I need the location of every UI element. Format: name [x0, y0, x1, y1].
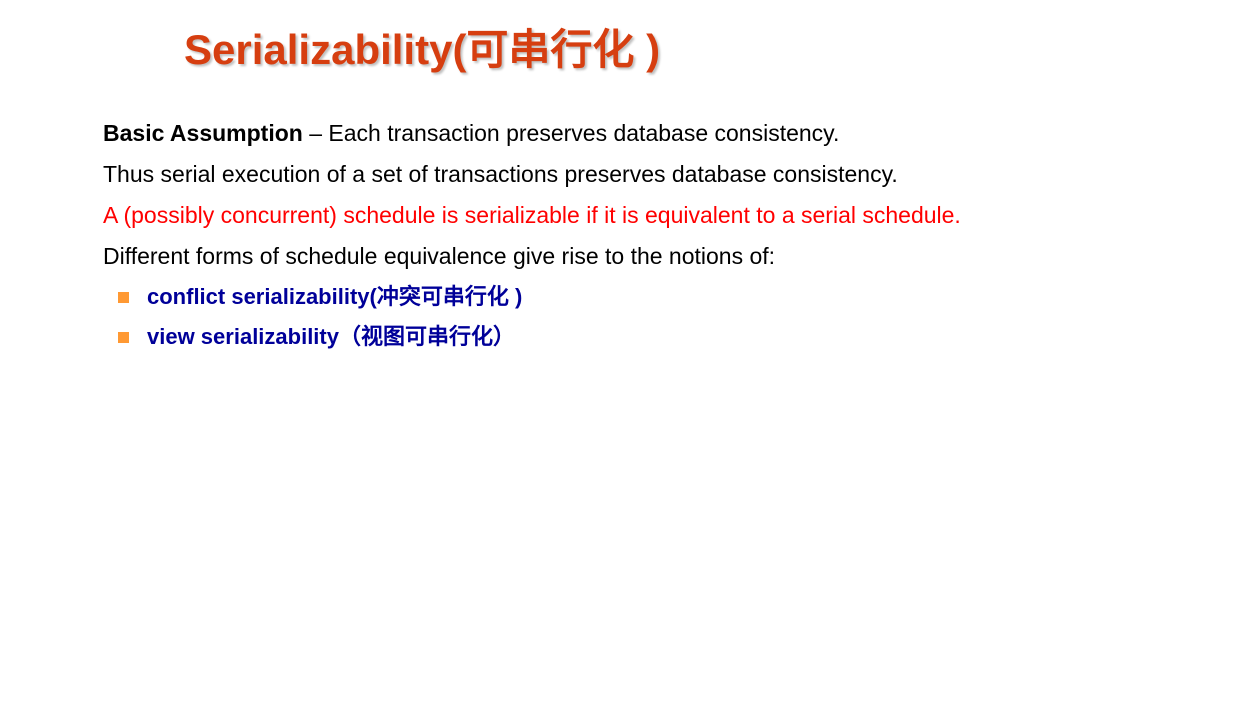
- basic-assumption-paragraph: Basic Assumption – Each transaction pres…: [103, 118, 1003, 148]
- serializability-types-list: conflict serializability(冲突可串行化 ) view s…: [103, 282, 1003, 352]
- square-bullet-icon: [118, 332, 129, 343]
- equivalence-forms-paragraph: Different forms of schedule equivalence …: [103, 243, 776, 269]
- serializable-definition-paragraph: A (possibly concurrent) schedule is seri…: [103, 202, 961, 228]
- slide-title: Serializability(可串行化 ): [184, 26, 661, 73]
- slide-content: Basic Assumption – Each transaction pres…: [103, 118, 1003, 362]
- list-item: conflict serializability(冲突可串行化 ): [103, 282, 1003, 312]
- serial-execution-paragraph: Thus serial execution of a set of transa…: [103, 161, 898, 187]
- list-item: view serializability（视图可串行化）: [103, 322, 1003, 352]
- basic-assumption-text: – Each transaction preserves database co…: [302, 120, 840, 146]
- view-serializability-label: view serializability（视图可串行化）: [147, 324, 515, 349]
- square-bullet-icon: [118, 292, 129, 303]
- basic-assumption-label: Basic Assumption: [103, 120, 303, 146]
- conflict-serializability-label: conflict serializability(冲突可串行化 ): [147, 284, 523, 309]
